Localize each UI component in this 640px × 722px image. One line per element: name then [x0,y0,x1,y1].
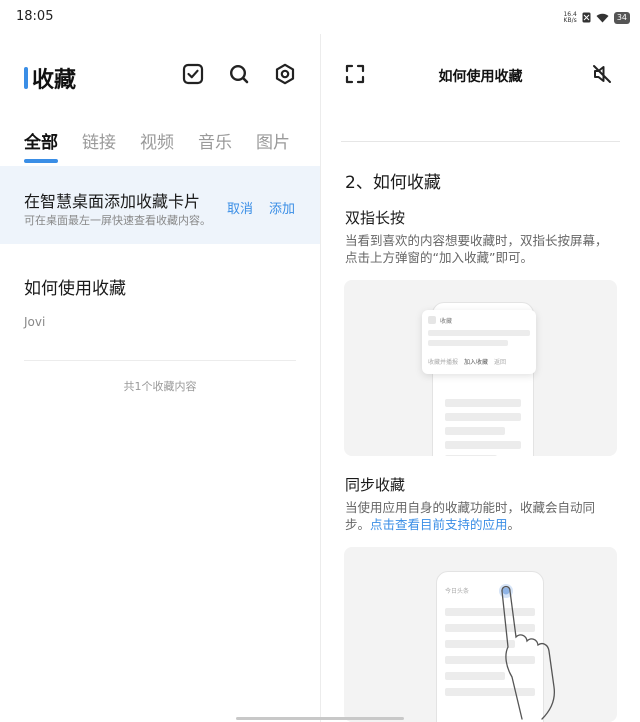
page-title: 收藏 [24,62,76,94]
sim-off-icon [582,8,591,27]
hand-tap-icon [494,577,574,722]
supported-apps-link[interactable]: 点击查看目前支持的应用 [370,517,508,532]
popup-app-icon [428,316,436,324]
tab-music[interactable]: 音乐 [198,128,232,163]
add-button[interactable]: 添加 [269,198,295,217]
item-title: 如何使用收藏 [24,279,126,299]
tab-images[interactable]: 图片 [256,128,290,163]
cancel-button[interactable]: 取消 [227,198,253,217]
tab-videos[interactable]: 视频 [140,128,174,163]
subheading-two-finger: 双指长按 [345,209,406,227]
battery-icon: 34 [613,11,630,24]
select-button[interactable] [181,63,205,89]
status-time: 18:05 [16,9,54,24]
category-tabs: 全部 链接 视频 音乐 图片 [24,128,290,163]
title-accent [24,67,28,89]
header-divider [341,141,620,142]
network-speed: 16.4 KB/s [563,10,577,24]
search-icon [228,63,250,89]
paragraph-sync: 当使用应用自身的收藏功能时，收藏会自动同步。点击查看目前支持的应用。 [345,500,596,532]
status-bar: 18:05 16.4 KB/s 34 [0,0,640,34]
wifi-icon [596,8,609,27]
section-heading: 2、如何收藏 [345,173,441,193]
settings-hex-icon [274,63,296,89]
banner-title: 在智慧桌面添加收藏卡片 [24,192,201,211]
item-count: 共1个收藏内容 [123,380,197,393]
illustration-two-finger: 收藏 收藏并播报 加入收藏 返回 [344,280,617,456]
favorites-pane: 收藏 全部 链接 视频 音乐 图片 在智慧桌面添加收藏卡片 可在桌面最左一屏快速… [0,34,320,722]
check-square-icon [182,63,204,89]
tab-all[interactable]: 全部 [24,128,58,163]
paragraph-two-finger: 当看到喜欢的内容想要收藏时，双指长按屏幕，点击上方弹窗的“加入收藏”即可。 [345,233,608,265]
status-icons: 16.4 KB/s 34 [563,8,630,27]
subheading-sync: 同步收藏 [345,476,406,494]
illustration-sync: 今日头条 [344,547,617,722]
mute-button[interactable] [590,64,614,88]
banner-subtitle: 可在桌面最左一屏快速查看收藏内容。 [24,214,211,227]
widget-banner: 在智慧桌面添加收藏卡片 可在桌面最左一屏快速查看收藏内容。 取消 添加 [0,166,320,244]
article-pane: 如何使用收藏 2、如何收藏 双指长按 当看到喜欢的内容想要收藏时，双指长按屏幕，… [321,34,640,722]
item-source: Jovi [24,315,46,329]
home-indicator[interactable] [236,717,404,720]
list-item[interactable]: 如何使用收藏 Jovi [24,274,296,361]
popup-mockup: 收藏 收藏并播报 加入收藏 返回 [422,310,536,374]
tab-links[interactable]: 链接 [82,128,116,163]
mute-icon [591,63,613,89]
search-button[interactable] [227,64,251,88]
settings-button[interactable] [273,63,297,89]
